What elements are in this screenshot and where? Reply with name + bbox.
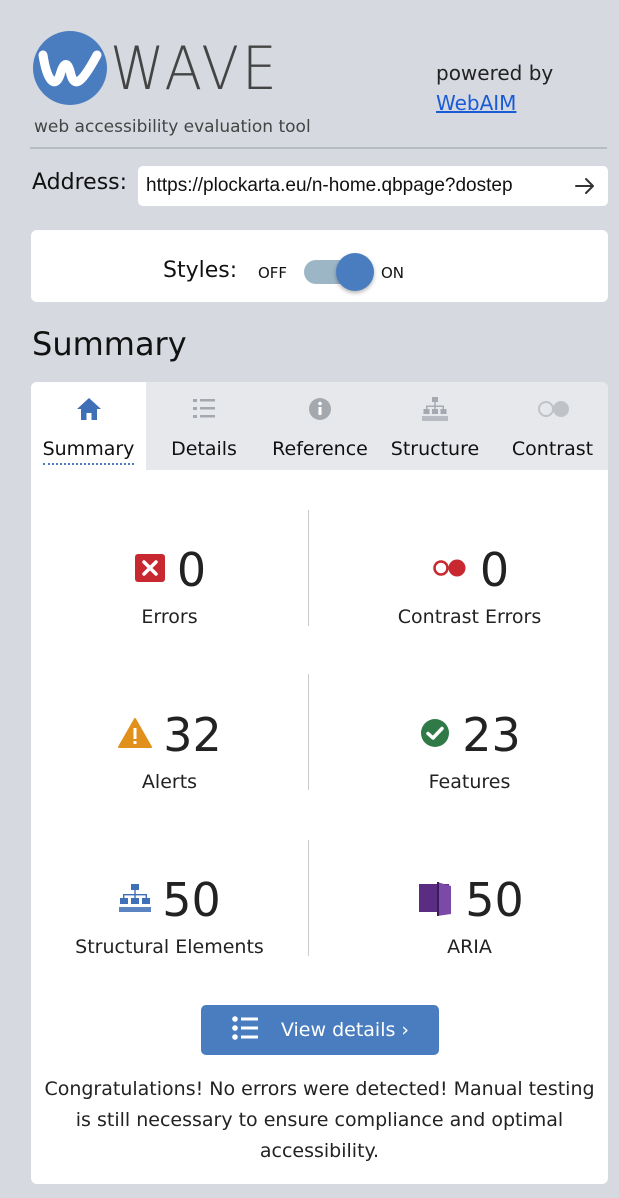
alert-icon [117,716,153,754]
aria-label: ARIA [447,936,492,958]
list-icon [191,396,217,426]
contrast-errors-label: Contrast Errors [397,606,542,628]
info-icon [307,396,333,426]
tab-details-label: Details [171,438,237,460]
tab-structure[interactable]: Structure [382,382,488,470]
header: WAVE web accessibility evaluation tool p… [0,0,619,150]
tab-summary[interactable]: Summary [31,382,146,470]
feature-check-icon [418,716,452,754]
home-icon [76,396,102,426]
summary-panel: Summary Details Reference Structure Cont… [31,382,608,1184]
arrow-right-icon[interactable] [572,172,598,200]
list-icon [231,1015,259,1046]
errors-count: 0 [176,543,207,597]
tab-reference-label: Reference [272,438,368,460]
features-label: Features [428,771,511,793]
divider [30,147,607,149]
contrast-error-icon [430,551,470,589]
congratulations-message: Congratulations! No errors were detected… [44,1078,595,1162]
address-input[interactable]: https://plockarta.eu/n-home.qbpage?doste… [146,166,566,206]
wave-logo-icon[interactable] [33,31,107,105]
toggle-on-label: ON [381,264,405,282]
tab-summary-label: Summary [42,438,135,465]
alerts-label: Alerts [141,771,198,793]
tab-reference[interactable]: Reference [265,382,375,470]
divider [308,510,309,626]
structure-icon [422,396,448,426]
app-title: WAVE [110,34,280,104]
tab-contrast-label: Contrast [511,438,594,460]
structural-label: Structural Elements [75,936,264,958]
aria-count: 50 [465,873,524,927]
contrast-errors-count: 0 [479,543,510,597]
structural-count: 50 [162,873,221,927]
address-label: Address: [32,170,128,195]
powered-by-label: powered by [436,61,554,85]
errors-label: Errors [141,606,198,628]
toggle-off-label: OFF [258,264,288,282]
styles-toggle-card: Styles: OFF ON [31,230,608,302]
alerts-count: 32 [163,708,222,762]
address-field[interactable]: https://plockarta.eu/n-home.qbpage?doste… [138,166,608,206]
divider [308,674,309,790]
styles-toggle-knob[interactable] [336,253,374,291]
wave-sidebar: WAVE web accessibility evaluation tool p… [0,0,619,1198]
contrast-icon [533,396,573,426]
tab-bar: Summary Details Reference Structure Cont… [31,382,608,470]
tab-structure-label: Structure [390,438,480,460]
view-details-button[interactable]: View details › [201,1005,439,1055]
tab-details[interactable]: Details [149,382,259,470]
features-count: 23 [462,708,521,762]
divider [308,840,309,956]
tagline: web accessibility evaluation tool [34,117,311,137]
aria-icon [415,878,455,922]
page-title: Summary [32,325,187,363]
tab-contrast[interactable]: Contrast [497,382,608,470]
structure-icon [118,881,152,919]
webaim-link[interactable]: WebAIM [436,91,516,115]
view-details-label: View details › [280,1019,410,1041]
error-icon [133,551,167,589]
styles-label: Styles: [163,258,238,283]
